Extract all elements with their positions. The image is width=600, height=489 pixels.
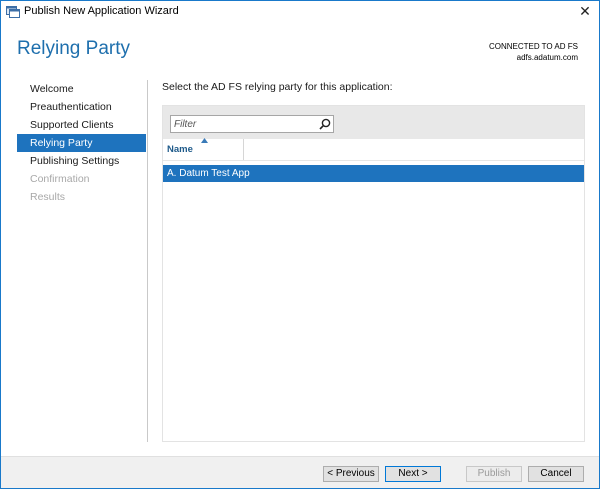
wizard-app-icon	[6, 6, 20, 18]
nav-item-relying-party[interactable]: Relying Party	[17, 134, 146, 152]
nav-item-preauthentication[interactable]: Preauthentication	[17, 98, 146, 116]
nav-item-supported-clients[interactable]: Supported Clients	[17, 116, 146, 134]
filter-input[interactable]	[172, 117, 316, 131]
filter-field[interactable]	[170, 115, 334, 133]
connection-status-label: CONNECTED TO AD FS	[488, 42, 578, 51]
list-item[interactable]: A. Datum Test App	[163, 165, 584, 182]
search-icon[interactable]	[319, 118, 331, 130]
cancel-button[interactable]: Cancel	[528, 466, 584, 482]
wizard-steps-nav: Welcome Preauthentication Supported Clie…	[17, 80, 146, 206]
sort-ascending-icon	[201, 138, 208, 143]
close-button[interactable]: ✕	[575, 2, 595, 20]
connection-server: adfs.adatum.com	[516, 53, 578, 62]
previous-button[interactable]: < Previous	[323, 466, 379, 482]
nav-item-publishing-settings[interactable]: Publishing Settings	[17, 152, 146, 170]
wizard-window: Publish New Application Wizard ✕ Relying…	[0, 0, 600, 489]
nav-divider	[147, 80, 148, 442]
window-title: Publish New Application Wizard	[24, 5, 179, 17]
page-title: Relying Party	[17, 38, 130, 59]
relying-party-list: Name A. Datum Test App	[162, 105, 585, 442]
button-bar: < Previous Next > Publish Cancel	[1, 456, 599, 488]
instruction-text: Select the AD FS relying party for this …	[162, 81, 393, 93]
nav-item-welcome[interactable]: Welcome	[17, 80, 146, 98]
title-bar: Publish New Application Wizard ✕	[1, 1, 599, 23]
nav-item-confirmation: Confirmation	[30, 173, 90, 185]
publish-button: Publish	[466, 466, 522, 482]
name-column-header[interactable]: Name	[163, 138, 244, 160]
name-column-label: Name	[167, 144, 193, 155]
header-divider	[163, 160, 584, 161]
next-button[interactable]: Next >	[385, 466, 441, 482]
filter-bar	[163, 106, 584, 139]
connection-status: CONNECTED TO AD FS adfs.adatum.com	[489, 41, 578, 63]
nav-item-results: Results	[30, 191, 66, 203]
